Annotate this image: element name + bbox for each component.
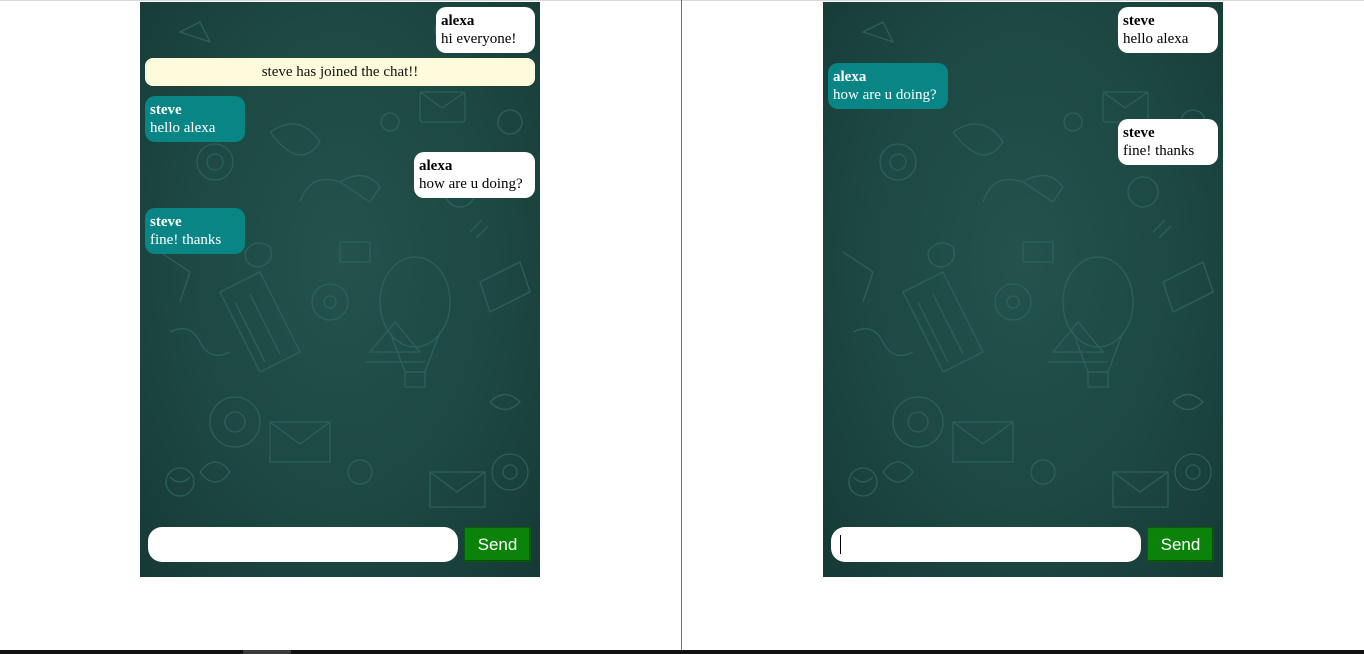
message-sender: steve [150,102,182,118]
message-bubble-outgoing: alexa how are u doing? [414,152,535,198]
message-bubble-incoming: alexa how are u doing? [828,63,948,109]
chat-window-right: steve hello alexa alexa how are u doing?… [823,2,1223,577]
message-bubble-outgoing: steve hello alexa [1118,7,1218,53]
message-text: fine! thanks [1123,143,1195,159]
message-bubble-outgoing: alexa hi everyone! [436,7,535,53]
message-text: how are u doing? [833,87,937,103]
message-input[interactable] [148,527,458,562]
message-bubble-outgoing: steve fine! thanks [1118,119,1218,165]
text-caret [840,535,841,554]
taskbar-item[interactable] [243,650,291,654]
message-bubble-incoming: steve fine! thanks [145,208,245,254]
message-text: hello alexa [150,120,216,136]
message-sender: steve [1123,125,1155,141]
message-text: fine! thanks [150,232,222,248]
message-sender: alexa [833,69,867,85]
message-sender: alexa [441,13,475,29]
message-bubble-incoming: steve hello alexa [145,96,245,142]
message-input[interactable] [831,527,1141,562]
message-text: how are u doing? [419,176,523,192]
browser-top-border [0,0,1364,1]
send-button[interactable]: Send [1147,527,1214,562]
taskbar [0,650,1364,654]
message-sender: steve [150,214,182,230]
chat-window-left: alexa hi everyone! steve has joined the … [140,2,540,577]
doodle-background [159,19,531,508]
send-button[interactable]: Send [464,527,531,562]
message-text: hi everyone! [441,31,517,47]
message-sender: alexa [419,158,453,174]
join-notice: steve has joined the chat!! [145,58,535,86]
window-divider [681,0,682,650]
message-sender: steve [1123,13,1155,29]
message-text: hello alexa [1123,31,1189,47]
